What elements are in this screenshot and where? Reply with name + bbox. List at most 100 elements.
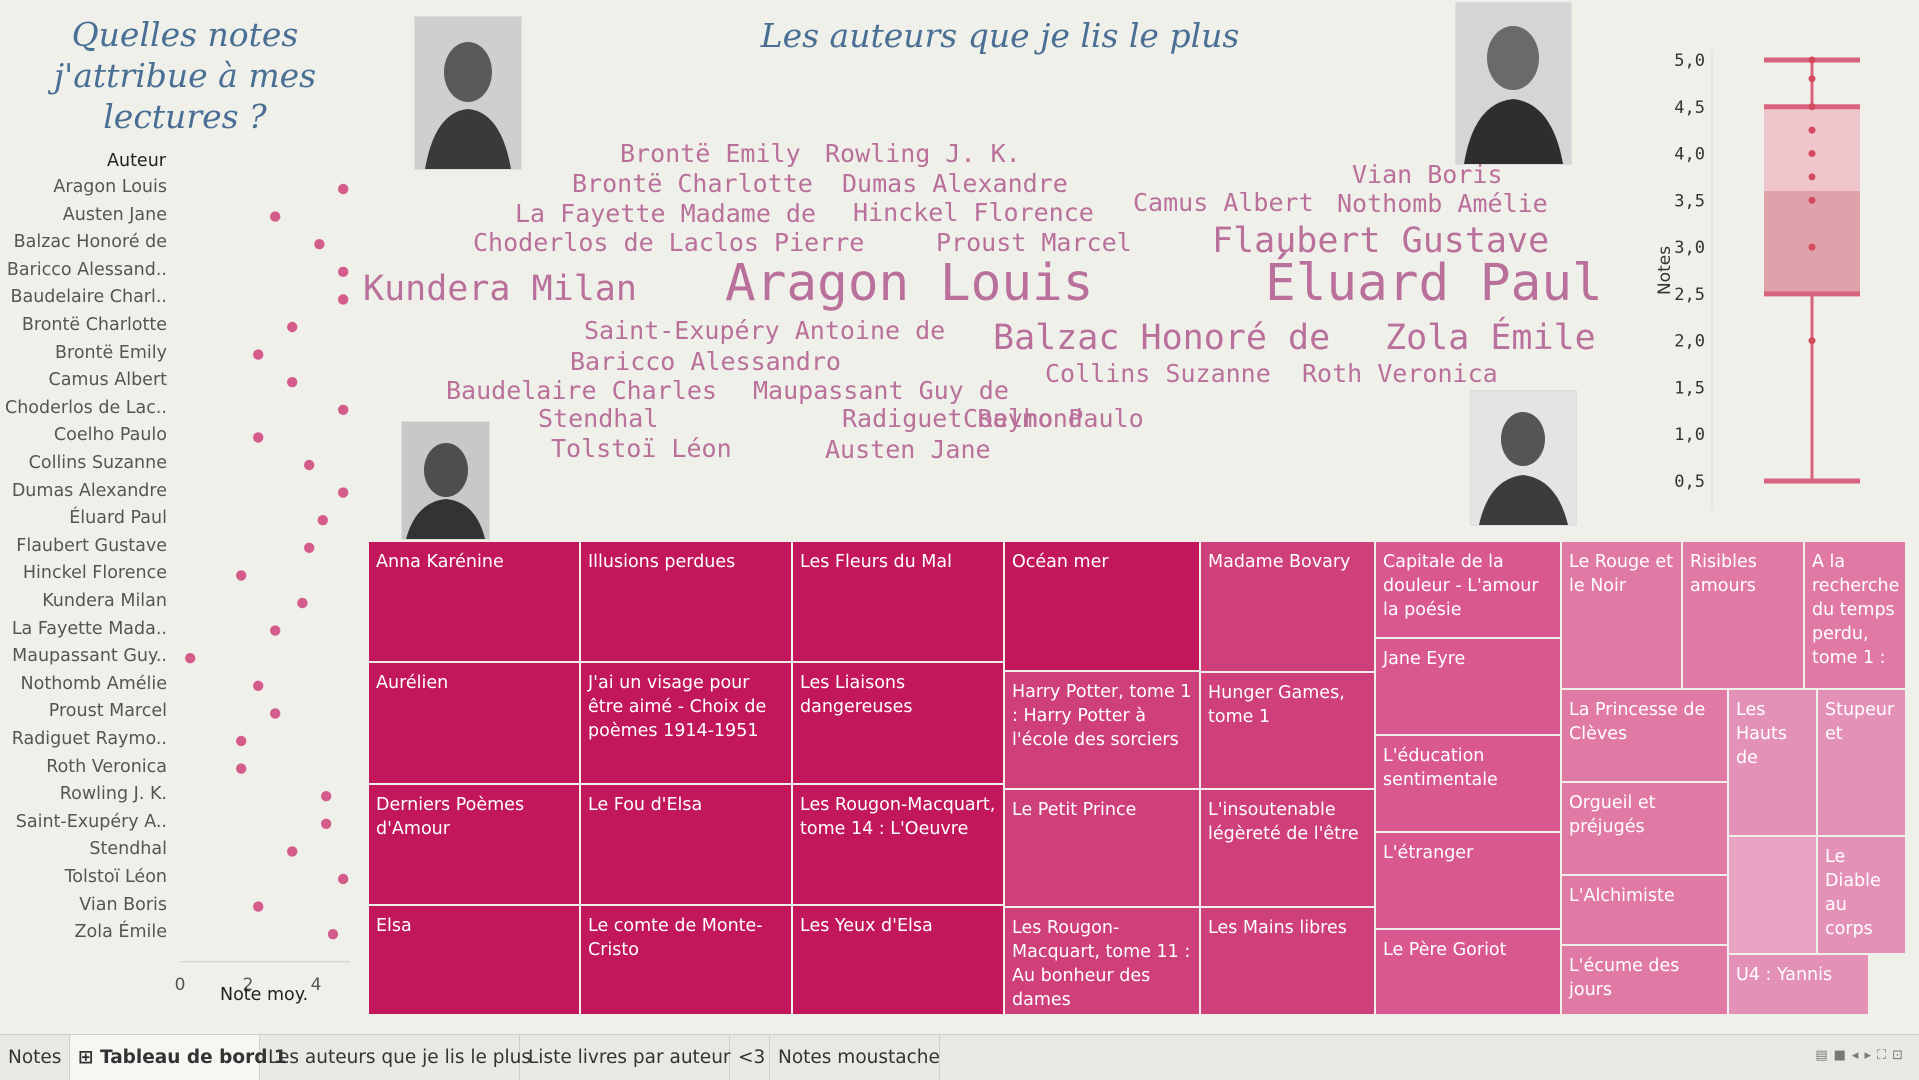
word-cloud-word[interactable]: Rowling J. K. (825, 138, 1021, 169)
treemap-cell[interactable]: Océan mer (1004, 541, 1200, 671)
box-plot-point[interactable] (1808, 126, 1816, 134)
treemap-cell[interactable]: Les Hauts de (1728, 689, 1817, 836)
tab-liste-livres[interactable]: Liste livres par auteur (520, 1035, 731, 1080)
dot-plot-point[interactable] (236, 763, 247, 774)
treemap-cell[interactable]: Le Fou d'Elsa (580, 784, 792, 905)
treemap-cell[interactable]: J'ai un visage pour être aimé - Choix de… (580, 662, 792, 784)
dot-plot-point[interactable] (270, 708, 281, 719)
tab-tableau-de-bord-1[interactable]: ⊞ Tableau de bord 1 (70, 1035, 287, 1080)
dot-plot-point[interactable] (287, 321, 298, 333)
fullscreen-icon[interactable]: ⛶ (1877, 1048, 1892, 1063)
treemap-cell[interactable]: Hunger Games, tome 1 (1200, 672, 1375, 789)
treemap-cell[interactable]: Anna Karénine (368, 541, 580, 662)
treemap-cell[interactable]: L'éducation sentimentale (1375, 735, 1561, 832)
word-cloud-word[interactable]: Tolstoï Léon (551, 433, 732, 464)
word-cloud-word[interactable]: Aragon Louis (725, 255, 1093, 312)
treemap-cell[interactable]: Le Père Goriot (1375, 929, 1561, 1015)
treemap-cell[interactable]: Les Mains libres (1200, 907, 1375, 1015)
word-cloud-word[interactable]: Coelho Paulo (963, 403, 1144, 434)
box-plot-point[interactable] (1808, 196, 1816, 204)
dot-plot-point[interactable] (304, 459, 315, 471)
word-cloud-word[interactable]: Baricco Alessandro (570, 346, 841, 377)
word-cloud-word[interactable]: Stendhal (538, 403, 658, 434)
word-cloud-word[interactable]: La Fayette Madame de (515, 198, 816, 229)
box-plot-point[interactable] (1808, 243, 1816, 251)
treemap-cell[interactable]: Risibles amours (1682, 541, 1804, 689)
treemap-cell[interactable]: U4 : Yannis (1728, 954, 1869, 1015)
treemap-cell[interactable]: Derniers Poèmes d'Amour (368, 784, 580, 905)
treemap-cell[interactable]: Les Fleurs du Mal (792, 541, 1004, 662)
box-plot-point[interactable] (1808, 56, 1816, 64)
treemap-cell[interactable]: Capitale de la douleur - L'amour la poés… (1375, 541, 1561, 638)
tab-notes-moustache[interactable]: Notes moustache (770, 1035, 940, 1080)
dot-plot-point[interactable] (338, 404, 349, 415)
dot-plot-point[interactable] (338, 873, 349, 885)
treemap-cell[interactable]: L'étranger (1375, 832, 1561, 929)
present-icon[interactable]: ⊡ (1892, 1048, 1909, 1063)
list-icon[interactable]: ▤ (1815, 1048, 1833, 1063)
dot-plot-point[interactable] (321, 818, 332, 829)
word-cloud-word[interactable]: Brontë Emily (620, 138, 801, 169)
treemap-cell[interactable]: Stupeur et (1817, 689, 1906, 836)
word-cloud-word[interactable]: Maupassant Guy de (753, 375, 1009, 406)
treemap-cell[interactable]: L'écume des jours (1561, 945, 1728, 1015)
treemap-cell[interactable]: Jane Eyre (1375, 638, 1561, 735)
dot-plot-point[interactable] (270, 625, 281, 636)
word-cloud-word[interactable]: Camus Albert (1133, 187, 1314, 218)
word-cloud-word[interactable]: Balzac Honoré de (993, 318, 1330, 359)
tab-notes[interactable]: Notes (0, 1035, 70, 1080)
treemap-cell[interactable]: Le comte de Monte-Cristo (580, 905, 792, 1015)
word-cloud-word[interactable]: Nothomb Amélie (1337, 188, 1548, 219)
box-plot-point[interactable] (1808, 103, 1816, 111)
treemap-cell[interactable]: Aurélien (368, 662, 580, 784)
treemap-cell[interactable]: Elsa (368, 905, 580, 1015)
treemap-cell[interactable]: Harry Potter, tome 1 : Harry Potter à l'… (1004, 671, 1200, 789)
word-cloud-word[interactable]: Dumas Alexandre (842, 168, 1068, 199)
treemap-cell[interactable]: Madame Bovary (1200, 541, 1375, 672)
tab-heart[interactable]: <3 (730, 1035, 770, 1080)
treemap-cell[interactable]: Les Liaisons dangereuses (792, 662, 1004, 784)
treemap-cell[interactable]: Illusions perdues (580, 541, 792, 662)
treemap-cell[interactable]: Les Rougon-Macquart, tome 14 : L'Oeuvre (792, 784, 1004, 905)
dot-plot-point[interactable] (287, 846, 298, 857)
treemap-cell[interactable]: Le Rouge et le Noir (1561, 541, 1682, 689)
treemap-cell[interactable]: La Princesse de Clèves (1561, 689, 1728, 782)
dot-plot-point[interactable] (338, 294, 349, 305)
word-cloud-word[interactable]: Hinckel Florence (853, 197, 1094, 228)
treemap-cell[interactable]: Les Rougon-Macquart, tome 11 : Au bonheu… (1004, 907, 1200, 1015)
dot-plot-point[interactable] (338, 487, 349, 498)
next-icon[interactable]: ▸ (1864, 1048, 1877, 1063)
dot-plot-point[interactable] (270, 211, 281, 222)
treemap-cell[interactable]: Le Diable au corps (1817, 836, 1906, 954)
dot-plot-point[interactable] (253, 349, 264, 360)
treemap-cell[interactable]: Orgueil et préjugés (1561, 782, 1728, 875)
dot-plot-point[interactable] (253, 680, 264, 691)
word-cloud-word[interactable]: Kundera Milan (363, 269, 637, 310)
sheet-nav-controls[interactable]: ▤■◂▸⛶⊡ (1815, 1048, 1909, 1063)
dot-plot-point[interactable] (253, 901, 264, 912)
dot-plot-point[interactable] (297, 597, 308, 609)
dot-plot-point[interactable] (338, 266, 349, 277)
tab-auteurs[interactable]: Les auteurs que je lis le plus (260, 1035, 531, 1080)
dot-plot-point[interactable] (185, 653, 196, 664)
box-plot-point[interactable] (1808, 150, 1816, 158)
dot-plot-point[interactable] (287, 377, 298, 388)
box-plot-point[interactable] (1808, 75, 1816, 83)
dot-plot-point[interactable] (236, 735, 247, 747)
word-cloud-word[interactable]: Baudelaire Charles (446, 375, 717, 406)
treemap-cell[interactable] (1728, 836, 1817, 954)
word-cloud-word[interactable]: Zola Émile (1385, 318, 1596, 359)
dot-plot-point[interactable] (317, 515, 328, 526)
word-cloud-word[interactable]: Saint-Exupéry Antoine de (584, 315, 945, 346)
treemap-cell[interactable]: A la recherche du temps perdu, tome 1 : (1804, 541, 1906, 689)
dot-plot-point[interactable] (338, 183, 349, 195)
box-plot-point[interactable] (1808, 337, 1816, 345)
dot-plot-point[interactable] (253, 432, 264, 443)
word-cloud-word[interactable]: Collins Suzanne (1045, 358, 1271, 389)
prev-icon[interactable]: ◂ (1852, 1048, 1865, 1063)
word-cloud-word[interactable]: Vian Boris (1352, 159, 1503, 190)
box-plot-point[interactable] (1808, 173, 1816, 181)
grid-icon[interactable]: ■ (1834, 1048, 1852, 1063)
dot-plot-point[interactable] (314, 239, 325, 250)
dot-plot-point[interactable] (327, 929, 339, 940)
